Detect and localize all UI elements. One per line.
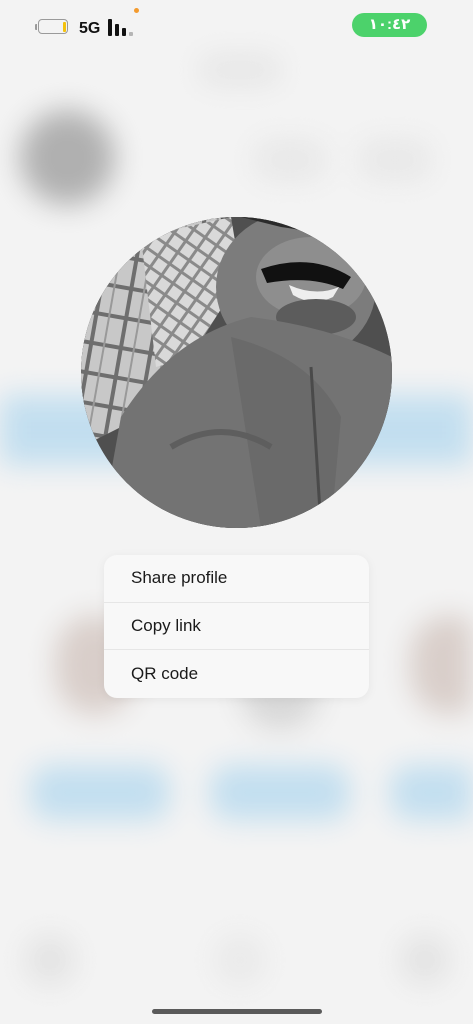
menu-item-label: QR code: [131, 664, 199, 684]
network-type: 5G: [79, 20, 101, 37]
profile-photo-image: [81, 217, 392, 528]
status-bar: 5G ١٠:٤٢: [0, 0, 473, 56]
profile-photo: [81, 217, 392, 528]
menu-item-label: Share profile: [131, 568, 228, 588]
profile-context-menu: Share profile Copy link QR code: [104, 555, 369, 698]
menu-item-label: Copy link: [131, 615, 201, 635]
menu-item-copy-link[interactable]: Copy link: [104, 603, 369, 651]
battery-cap: [35, 24, 37, 30]
home-indicator[interactable]: [152, 1009, 322, 1014]
signal-icon: [108, 19, 134, 36]
menu-item-share-profile[interactable]: Share profile: [104, 555, 369, 603]
privacy-indicator-dot: [134, 8, 139, 13]
battery-icon: [38, 19, 68, 34]
menu-item-qr-code[interactable]: QR code: [104, 650, 369, 698]
battery-level: [62, 21, 66, 32]
status-time[interactable]: ١٠:٤٢: [352, 13, 427, 37]
